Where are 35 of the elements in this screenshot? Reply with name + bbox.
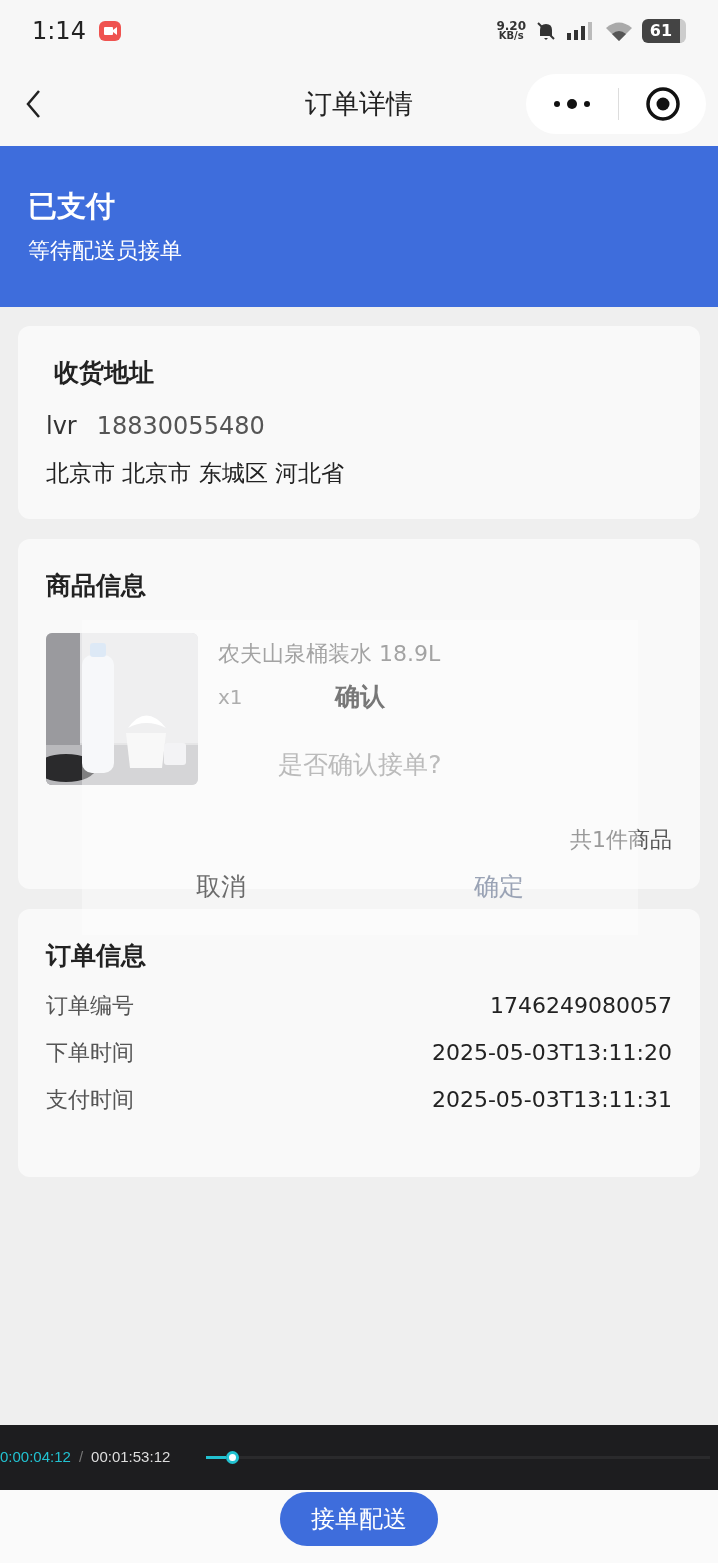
dialog-message: 是否确认接单?	[278, 748, 442, 781]
recording-icon	[97, 19, 122, 43]
current-time: 0:00:04:12	[0, 1447, 71, 1468]
cancel-button[interactable]: 取消	[82, 867, 360, 905]
product-quantity: x1	[218, 683, 243, 711]
accept-delivery-button[interactable]: 接单配送	[280, 1492, 438, 1546]
info-label: 支付时间	[46, 1085, 134, 1114]
total-time: 00:01:53:12	[91, 1447, 171, 1468]
target-icon[interactable]	[645, 86, 681, 122]
time-separator: /	[78, 1447, 84, 1468]
recipient-phone: 18830055480	[96, 410, 265, 442]
section-title: 收货地址	[54, 357, 155, 389]
more-icon[interactable]	[552, 98, 592, 110]
info-label: 订单编号	[46, 991, 134, 1020]
info-label: 下单时间	[46, 1038, 134, 1067]
recipient-name: lvr	[46, 410, 77, 442]
status-time: 1:14	[32, 16, 86, 47]
confirm-button[interactable]: 确定	[360, 867, 638, 905]
progress-track[interactable]	[206, 1451, 710, 1464]
net-speed: 9.20	[496, 21, 526, 31]
info-value: 2025-05-03T13:11:31	[431, 1085, 672, 1114]
section-title: 订单信息	[46, 940, 147, 972]
section-title: 商品信息	[46, 570, 147, 602]
status-subtitle: 等待配送员接单	[28, 237, 183, 265]
info-value: 1746249080057	[490, 991, 672, 1020]
dialog-title: 确认	[335, 681, 385, 713]
item-count: 共1件商品	[570, 825, 672, 854]
battery-indicator: 61	[642, 19, 686, 43]
page-title: 订单详情	[305, 86, 413, 121]
delivery-address: 北京市 北京市 东城区 河北省	[46, 458, 345, 488]
net-speed-unit: KB/s	[498, 31, 524, 41]
order-status: 已支付	[28, 188, 116, 225]
product-name: 农夫山泉桶装水 18.9L	[218, 639, 441, 668]
info-value: 2025-05-03T13:11:20	[431, 1038, 672, 1067]
progress-thumb[interactable]	[226, 1451, 240, 1464]
